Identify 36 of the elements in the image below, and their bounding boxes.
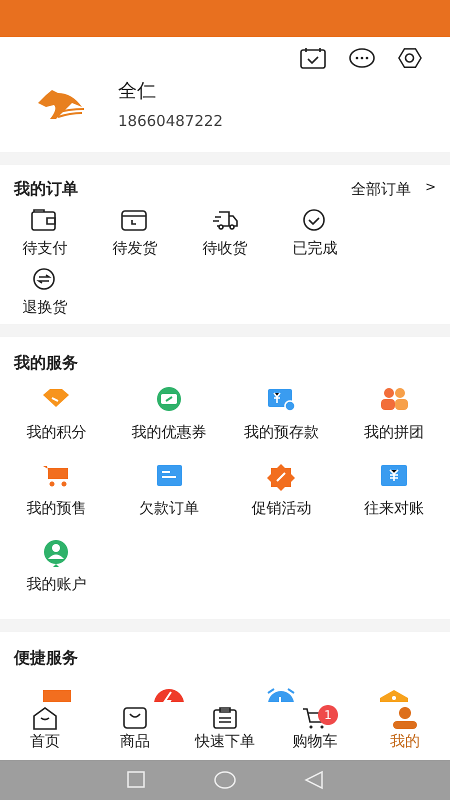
phone-number: 18660487222 bbox=[118, 110, 223, 132]
tab[interactable]: 首页 bbox=[0, 703, 90, 760]
bag-icon bbox=[122, 706, 148, 730]
home-icon bbox=[32, 706, 58, 730]
order-status-item[interactable]: 待收货 bbox=[202, 237, 248, 260]
service-item[interactable]: 我的拼团 bbox=[364, 421, 424, 444]
service-item[interactable]: 我的预售 bbox=[26, 497, 86, 520]
settings-icon[interactable] bbox=[398, 47, 422, 69]
service-item[interactable]: 我的账户 bbox=[26, 573, 86, 596]
section-title: 便捷服务 bbox=[12, 647, 79, 669]
tab[interactable]: 商品 bbox=[90, 703, 180, 760]
box-icon bbox=[121, 209, 149, 233]
service-item[interactable]: 我的积分 bbox=[26, 421, 86, 444]
tab[interactable]: 购物车 1 bbox=[270, 703, 360, 760]
clipboard-icon bbox=[212, 706, 238, 730]
all-orders-link[interactable]: 全部订单 > bbox=[351, 178, 436, 200]
count-badge: 1 bbox=[318, 705, 338, 725]
order-status-item[interactable]: 已完成 bbox=[292, 237, 338, 260]
tab[interactable]: 我的 bbox=[360, 703, 450, 760]
discount-badge-icon bbox=[266, 463, 296, 491]
order-status-item[interactable]: 待发货 bbox=[112, 237, 158, 260]
user-name: 全仁 bbox=[118, 79, 157, 104]
service-item[interactable]: 我的预存款 bbox=[244, 421, 319, 444]
order-status-item[interactable]: 待支付 bbox=[22, 237, 68, 260]
message-icon[interactable] bbox=[349, 47, 375, 69]
person-icon bbox=[392, 706, 418, 730]
service-item[interactable]: 往来对账 bbox=[364, 497, 424, 520]
wallet-icon bbox=[31, 209, 59, 233]
section-title: 我的服务 bbox=[12, 352, 79, 374]
service-item[interactable]: 促销活动 bbox=[251, 497, 312, 520]
section-title: 我的订单 bbox=[14, 178, 78, 200]
calendar-icon[interactable] bbox=[300, 47, 326, 69]
tab[interactable]: 快速下单 bbox=[180, 703, 270, 760]
service-item[interactable]: 我的优惠券 bbox=[131, 421, 206, 444]
order-status-item[interactable]: 退换货 bbox=[22, 296, 68, 318]
service-item[interactable]: 欠款订单 bbox=[138, 497, 199, 520]
